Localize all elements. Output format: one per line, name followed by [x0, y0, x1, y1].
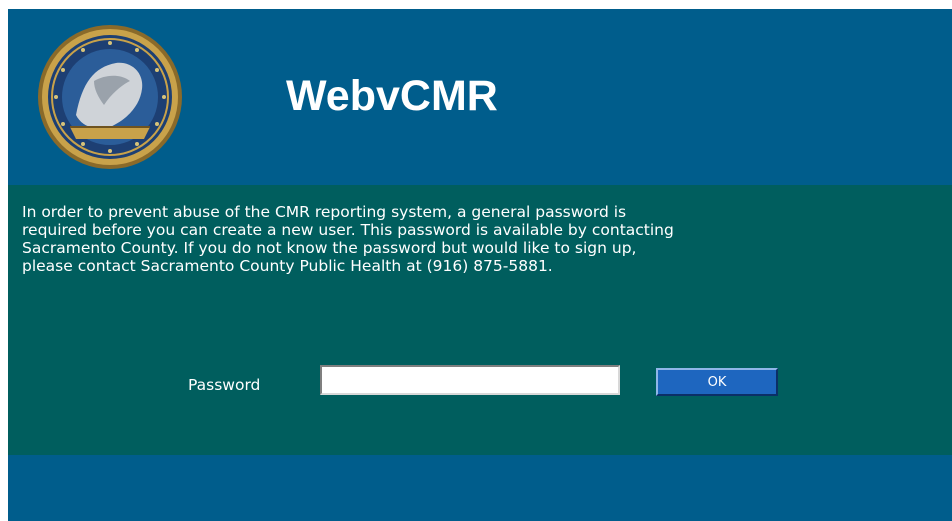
ok-button[interactable]: OK [656, 368, 778, 396]
notice-text: In order to prevent abuse of the CMR rep… [22, 203, 952, 275]
footer-bar [8, 455, 952, 521]
login-window: WebvCMR In order to prevent abuse of the… [8, 9, 952, 521]
notice-line: Sacramento County. If you do not know th… [22, 239, 637, 257]
notice-line: please contact Sacramento County Public … [22, 257, 553, 275]
app-title: WebvCMR [286, 72, 498, 120]
password-input[interactable] [320, 365, 620, 395]
notice-line: In order to prevent abuse of the CMR rep… [22, 203, 627, 221]
password-label: Password [188, 376, 261, 394]
county-seal-icon [36, 23, 184, 171]
header-banner: WebvCMR [8, 9, 952, 185]
notice-line: required before you can create a new use… [22, 221, 674, 239]
password-panel: In order to prevent abuse of the CMR rep… [8, 185, 952, 455]
